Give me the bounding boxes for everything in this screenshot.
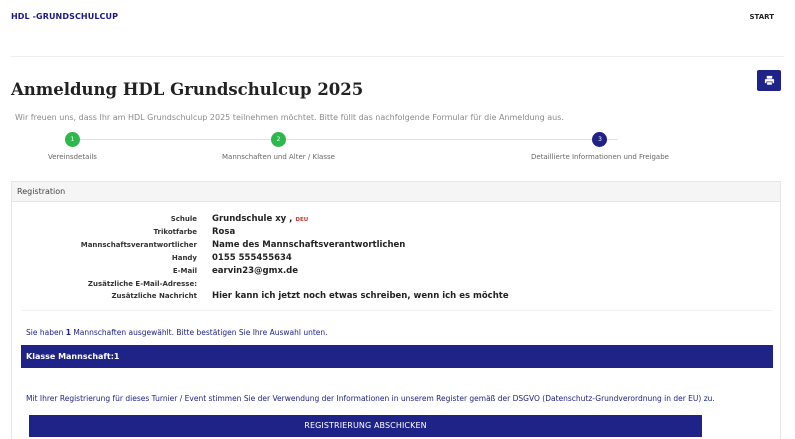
details-divider (22, 310, 772, 311)
step-2-circle: 2 (270, 132, 286, 147)
step-1-label: Vereinsdetails (48, 153, 97, 161)
selected-note-pre: Sie haben (26, 328, 66, 337)
page-title: Anmeldung HDL Grundschulcup 2025 (11, 80, 364, 99)
step-1[interactable]: 1 Vereinsdetails (48, 132, 97, 161)
detail-value: Rosa (212, 227, 236, 237)
school-value: Grundschule xy , (212, 214, 293, 224)
detail-row: Trikotfarbe Rosa (12, 227, 782, 239)
brand-link[interactable]: HDL -GRUNDSCHULCUP (11, 12, 118, 21)
detail-label: Zusätzliche E-Mail-Adresse: (87, 280, 197, 288)
progress-steps: 1 Vereinsdetails 2 Mannschaften und Alte… (11, 129, 784, 169)
panel-title: Registration (12, 182, 780, 202)
detail-label: Zusätzliche Nachricht (111, 292, 197, 300)
detail-row: Mannschaftsverantwortlicher Name des Man… (12, 240, 782, 252)
detail-row: Handy 0155 555455634 (12, 253, 782, 265)
class-team-bar[interactable]: Klasse Mannschaft:1 (21, 345, 773, 368)
nav-start-link[interactable]: START (749, 13, 774, 21)
detail-label: Trikotfarbe (153, 228, 197, 236)
step-3-circle: 3 (592, 132, 608, 147)
submit-registration-button[interactable]: REGISTRIERUNG ABSCHICKEN (29, 415, 702, 437)
navbar: HDL -GRUNDSCHULCUP START (0, 0, 795, 34)
selected-note-post: Mannschaften ausgewählt. Bitte bestätige… (70, 328, 328, 337)
step-3-label: Detaillierte Informationen und Freigabe (531, 153, 669, 161)
detail-value: Grundschule xy , DEU (212, 214, 308, 224)
print-button[interactable] (757, 70, 781, 91)
detail-row: Zusätzliche Nachricht Hier kann ich jetz… (12, 291, 782, 303)
detail-row: Schule Grundschule xy , DEU (12, 214, 782, 226)
detail-label: Handy (171, 254, 197, 262)
detail-value: Name des Mannschaftsverantwortlichen (212, 240, 406, 250)
detail-label: E-Mail (172, 267, 197, 275)
detail-value: Hier kann ich jetzt noch etwas schreiben… (212, 291, 509, 301)
print-icon (764, 75, 774, 86)
country-badge: DEU (295, 217, 309, 223)
detail-value: earvin23@gmx.de (212, 266, 299, 276)
detail-label: Schule (170, 215, 197, 223)
selected-teams-note: Sie haben 1 Mannschaften ausgewählt. Bit… (26, 328, 328, 337)
detail-row: E-Mail earvin23@gmx.de (12, 266, 782, 278)
consent-text: Mit Ihrer Registrierung für dieses Turni… (26, 394, 715, 403)
registration-panel: Registration Schule Grundschule xy , DEU … (11, 181, 781, 439)
step-3[interactable]: 3 Detaillierte Informationen und Freigab… (531, 132, 669, 161)
detail-row: Zusätzliche E-Mail-Adresse: (12, 279, 782, 291)
step-2-label: Mannschaften und Alter / Klasse (222, 153, 335, 161)
nav-divider (11, 56, 784, 57)
intro-text: Wir freuen uns, dass Ihr am HDL Grundsch… (15, 113, 564, 122)
detail-label: Mannschaftsverantwortlicher (80, 241, 197, 249)
detail-value: 0155 555455634 (212, 253, 292, 263)
step-1-circle: 1 (64, 132, 80, 147)
step-2[interactable]: 2 Mannschaften und Alter / Klasse (222, 132, 335, 161)
